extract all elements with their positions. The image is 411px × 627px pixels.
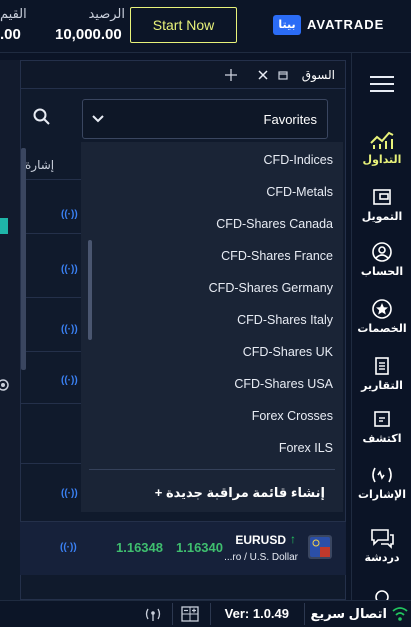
discover-icon	[374, 411, 390, 427]
sidebar-label: الخصمات	[357, 323, 407, 335]
start-now-button[interactable]: Start Now	[130, 7, 237, 43]
buy-price[interactable]: 1.16348	[116, 540, 163, 555]
row-divider	[21, 351, 81, 352]
footer-divider	[172, 603, 173, 625]
signal-icon[interactable]: ((·))	[60, 542, 77, 553]
more-gear-icon[interactable]	[373, 585, 391, 600]
main-sidebar: التداول التمويل الحساب الخصمات التقارير	[351, 53, 411, 600]
value-label: القيم	[0, 6, 27, 21]
row-divider	[21, 463, 81, 464]
menu-item[interactable]: CFD-Metals	[266, 185, 333, 199]
row-divider	[21, 233, 81, 234]
signal-column-header: إشارة	[21, 149, 81, 179]
broadcast-icon[interactable]	[144, 606, 162, 622]
eurusd-row[interactable]: ((·)) 1.16348 1.16340 ↑ EURUSD ...ro / U…	[20, 521, 346, 575]
wallet-icon	[373, 189, 391, 205]
row-divider	[21, 403, 81, 404]
price-up-arrow-icon: ↑	[290, 532, 296, 546]
sidebar-label: الحساب	[360, 266, 404, 278]
calculator-icon[interactable]	[181, 606, 199, 622]
sidebar-item-discounts[interactable]: الخصمات	[352, 298, 411, 335]
balance-label: الرصيد	[88, 6, 125, 21]
add-tab-icon[interactable]	[224, 68, 238, 82]
menu-item[interactable]: CFD-Shares UK	[243, 345, 333, 359]
instrument-symbol: EURUSD	[235, 533, 286, 547]
signal-icon	[372, 467, 392, 483]
menu-item[interactable]: Forex ILS	[279, 441, 333, 455]
connection-status: اتصال سريع	[310, 606, 387, 621]
popout-icon[interactable]	[277, 69, 289, 81]
sidebar-item-reports[interactable]: التقارير	[352, 355, 411, 392]
search-icon[interactable]	[33, 108, 51, 126]
balance-amount: 10,000.00	[55, 26, 122, 43]
chevron-down-icon	[92, 115, 104, 123]
search-bar: Favorites	[21, 90, 345, 144]
chart-icon	[370, 131, 394, 149]
sidebar-label: الإشارات	[357, 489, 407, 501]
star-icon	[372, 299, 392, 319]
market-titlebar: السوق	[21, 61, 345, 89]
sell-price[interactable]: 1.16340	[176, 540, 223, 555]
watchlist-dropdown[interactable]: Favorites	[82, 99, 328, 139]
menu-item[interactable]: CFD-Shares USA	[234, 377, 333, 391]
sidebar-item-chat[interactable]: دردشة	[352, 527, 411, 564]
hamburger-menu-icon[interactable]	[370, 76, 394, 97]
panel-edge-marker	[0, 62, 8, 76]
beta-badge: بيتا	[273, 15, 301, 35]
sidebar-item-trading[interactable]: التداول	[352, 129, 411, 166]
footer-divider	[304, 603, 305, 625]
instrument-description: ...ro / U.S. Dollar	[224, 552, 298, 563]
connection-wifi-icon	[392, 607, 408, 621]
eu-us-flag-icon	[308, 535, 332, 559]
left-bottom-strip	[0, 540, 20, 600]
chat-icon	[371, 529, 394, 549]
sidebar-item-account[interactable]: الحساب	[352, 241, 411, 278]
value-amount: .00	[0, 26, 21, 43]
dropdown-selected-value: Favorites	[263, 112, 317, 127]
row-divider	[21, 179, 81, 180]
menu-divider	[89, 469, 335, 470]
status-footer: اتصال سريع Ver: 1.0.49	[0, 600, 411, 627]
close-icon[interactable]	[257, 69, 269, 81]
watchlist-menu: CFD-Indices CFD-Metals CFD-Shares Canada…	[81, 142, 343, 512]
market-title: السوق	[301, 68, 335, 82]
footer-divider	[210, 603, 211, 625]
active-row-marker	[0, 218, 8, 234]
sidebar-label: دردشة	[364, 552, 400, 564]
menu-item[interactable]: CFD-Shares Italy	[237, 313, 333, 327]
value-column: القيم .00	[0, 6, 27, 43]
menu-item[interactable]: CFD-Shares France	[221, 249, 333, 263]
signal-icon[interactable]: ((·))	[61, 488, 78, 499]
sidebar-item-funding[interactable]: التمويل	[352, 186, 411, 223]
sidebar-label: التقارير	[361, 380, 403, 392]
menu-item[interactable]: Forex Crosses	[252, 409, 333, 423]
menu-item[interactable]: CFD-Shares Canada	[216, 217, 333, 231]
menu-scrollbar[interactable]	[88, 240, 92, 340]
left-background-panel	[0, 60, 20, 540]
create-watchlist-button[interactable]: + إنشاء قائمة مراقبة جديدة	[155, 485, 325, 501]
sidebar-item-discover[interactable]: اكتشف	[352, 408, 411, 445]
menu-item[interactable]: CFD-Shares Germany	[209, 281, 333, 295]
signal-header-label: إشارة	[25, 158, 55, 172]
user-icon	[372, 242, 392, 262]
sidebar-item-signals[interactable]: الإشارات	[352, 464, 411, 501]
signal-icon[interactable]: ((·))	[61, 264, 78, 275]
balance-column: الرصيد 10,000.00	[55, 6, 125, 43]
sidebar-label: التداول	[362, 154, 402, 166]
report-icon	[375, 357, 389, 375]
settings-gear-icon[interactable]	[0, 378, 12, 392]
signal-icon[interactable]: ((·))	[61, 209, 78, 220]
row-divider	[21, 297, 81, 298]
signal-icon[interactable]: ((·))	[61, 375, 78, 386]
top-header: القيم .00 الرصيد 10,000.00 Start Now بيت…	[0, 0, 411, 53]
sidebar-label: اكتشف	[362, 433, 402, 445]
sidebar-label: التمويل	[361, 211, 403, 223]
menu-item[interactable]: CFD-Indices	[264, 153, 333, 167]
list-scrollbar[interactable]	[21, 148, 26, 370]
signal-icon[interactable]: ((·))	[61, 324, 78, 335]
version-label: Ver: 1.0.49	[224, 606, 289, 621]
avatrade-logo: AVATRADE	[307, 17, 385, 32]
